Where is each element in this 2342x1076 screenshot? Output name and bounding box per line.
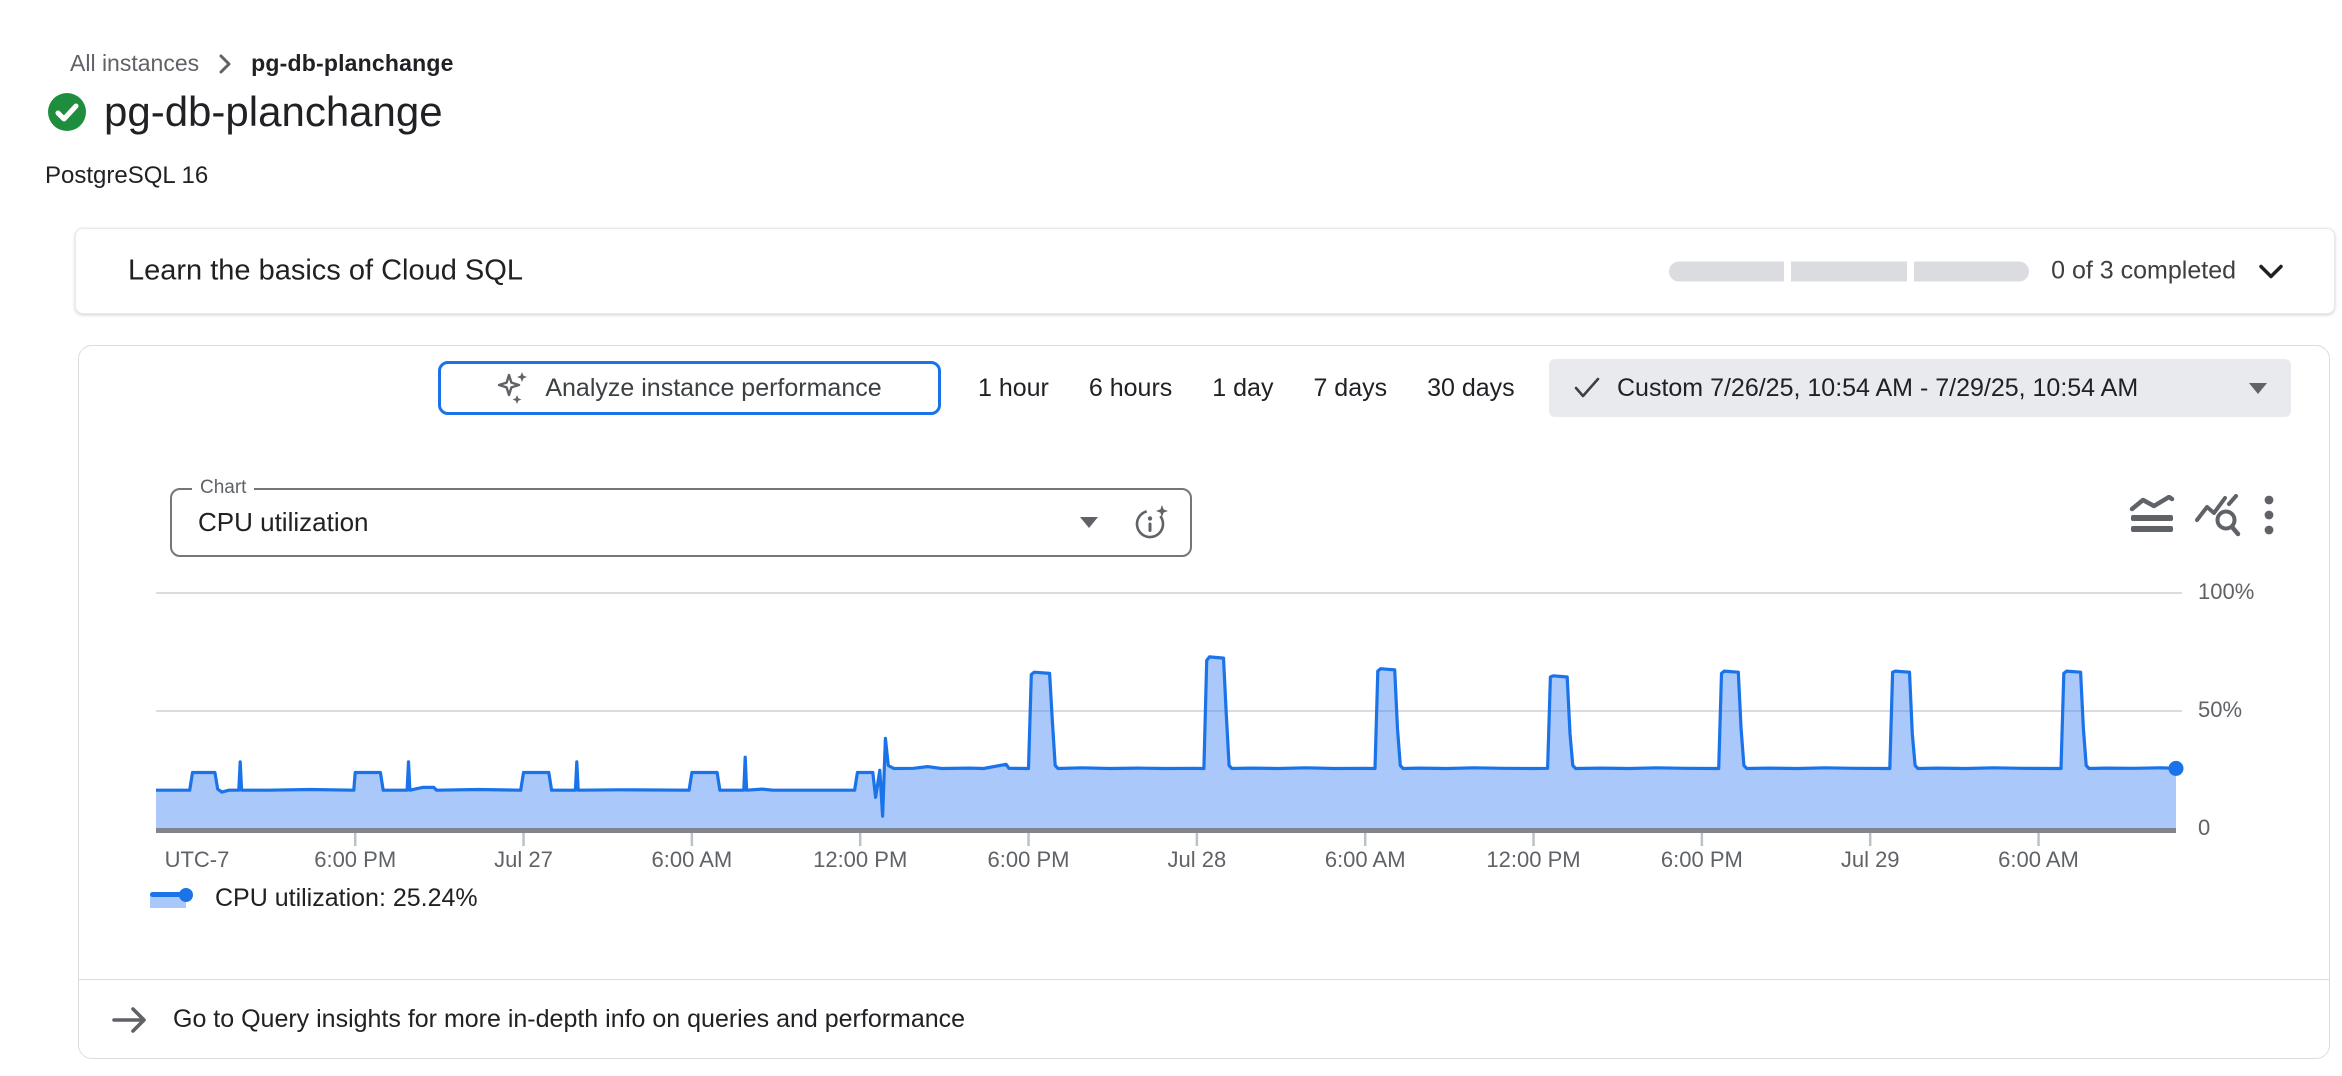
- select-dropdown-arrow-icon: [1080, 517, 1098, 528]
- x-axis-labels: UTC-7 6:00 PM Jul 27 6:00 AM 12:00 PM 6:00 PM…: [156, 847, 2186, 877]
- x-axis-label: UTC-7: [165, 847, 230, 873]
- chart-actions: [2129, 494, 2275, 538]
- arrow-right-icon: [111, 1004, 149, 1036]
- breadcrumb-all-instances-link[interactable]: All instances: [70, 50, 199, 77]
- breadcrumb: All instances pg-db-planchange: [70, 50, 454, 77]
- x-axis-label: 12:00 PM: [813, 847, 907, 873]
- time-range-selector: 1 hour 6 hours 1 day 7 days 30 days: [972, 361, 1521, 415]
- cpu-utilization-area-chart: [156, 592, 2186, 847]
- x-axis-label: 6:00 PM: [1661, 847, 1743, 873]
- x-axis-label: 6:00 AM: [1325, 847, 1406, 873]
- progress-segment: [1669, 261, 1784, 281]
- monitoring-chart-card: Analyze instance performance 1 hour 6 ho…: [78, 345, 2330, 1059]
- query-insights-link[interactable]: Go to Query insights for more in-depth i…: [79, 980, 2329, 1059]
- x-axis-label: Jul 29: [1841, 847, 1900, 873]
- range-6-hours[interactable]: 6 hours: [1083, 370, 1178, 407]
- x-axis-label: Jul 27: [494, 847, 553, 873]
- gemini-sparkle-icon: [497, 370, 531, 406]
- progress-segment: [1791, 261, 1906, 281]
- x-axis-label: 6:00 AM: [1998, 847, 2079, 873]
- explore-metrics-icon[interactable]: [2195, 494, 2243, 538]
- range-30-days[interactable]: 30 days: [1421, 370, 1521, 407]
- progress-segment: [1914, 261, 2029, 281]
- range-7-days[interactable]: 7 days: [1307, 370, 1393, 407]
- progress-label: 0 of 3 completed: [2051, 257, 2236, 286]
- instance-title-row: pg-db-planchange: [46, 88, 443, 136]
- breadcrumb-current: pg-db-planchange: [251, 50, 454, 77]
- y-axis-label-0: 0: [2198, 815, 2210, 841]
- x-axis-line: [156, 828, 2176, 833]
- y-axis-label-100: 100%: [2198, 579, 2254, 605]
- x-axis-label: 6:00 AM: [652, 847, 733, 873]
- x-axis-label: 6:00 PM: [988, 847, 1070, 873]
- series-area: [156, 657, 2176, 828]
- chart-metric-select[interactable]: Chart CPU utilization: [170, 488, 1192, 557]
- legend-swatch: [149, 887, 195, 911]
- progress-bar: [1669, 261, 2029, 281]
- y-axis-label-50: 50%: [2198, 697, 2242, 723]
- analyze-button-label: Analyze instance performance: [545, 374, 881, 403]
- x-axis-label: Jul 28: [1168, 847, 1227, 873]
- dropdown-arrow-icon: [2249, 383, 2267, 394]
- x-axis-label: 12:00 PM: [1486, 847, 1580, 873]
- ai-insight-icon[interactable]: [1132, 503, 1170, 543]
- learn-basics-card: Learn the basics of Cloud SQL 0 of 3 com…: [75, 228, 2335, 314]
- cloud-sql-instance-page: All instances pg-db-planchange pg-db-pla…: [0, 0, 2342, 1076]
- range-1-hour[interactable]: 1 hour: [972, 370, 1055, 407]
- status-healthy-check-icon: [46, 91, 88, 133]
- database-version-label: PostgreSQL 16: [45, 162, 208, 190]
- learn-basics-title: Learn the basics of Cloud SQL: [128, 255, 523, 288]
- more-vert-icon[interactable]: [2263, 494, 2275, 538]
- analyze-instance-performance-button[interactable]: Analyze instance performance: [438, 361, 941, 415]
- chevron-down-icon[interactable]: [2258, 262, 2284, 280]
- latest-value-dot: [2169, 761, 2184, 776]
- legend-label: CPU utilization: 25.24%: [215, 884, 478, 913]
- chart-select-label: Chart: [192, 477, 254, 499]
- area-chart-mode-icon[interactable]: [2129, 495, 2175, 537]
- query-insights-label: Go to Query insights for more in-depth i…: [173, 1005, 965, 1034]
- check-icon: [1573, 376, 1601, 400]
- chart-legend: CPU utilization: 25.24%: [149, 884, 478, 913]
- page-title: pg-db-planchange: [104, 88, 443, 136]
- range-1-day[interactable]: 1 day: [1206, 370, 1279, 407]
- custom-time-range-chip[interactable]: Custom 7/26/25, 10:54 AM - 7/29/25, 10:5…: [1549, 359, 2291, 417]
- x-axis-label: 6:00 PM: [314, 847, 396, 873]
- chevron-right-icon: [217, 52, 233, 76]
- chart-select-value: CPU utilization: [198, 507, 1080, 538]
- custom-range-label: Custom 7/26/25, 10:54 AM - 7/29/25, 10:5…: [1617, 374, 2233, 403]
- learn-basics-progress-expander[interactable]: 0 of 3 completed: [1669, 257, 2284, 286]
